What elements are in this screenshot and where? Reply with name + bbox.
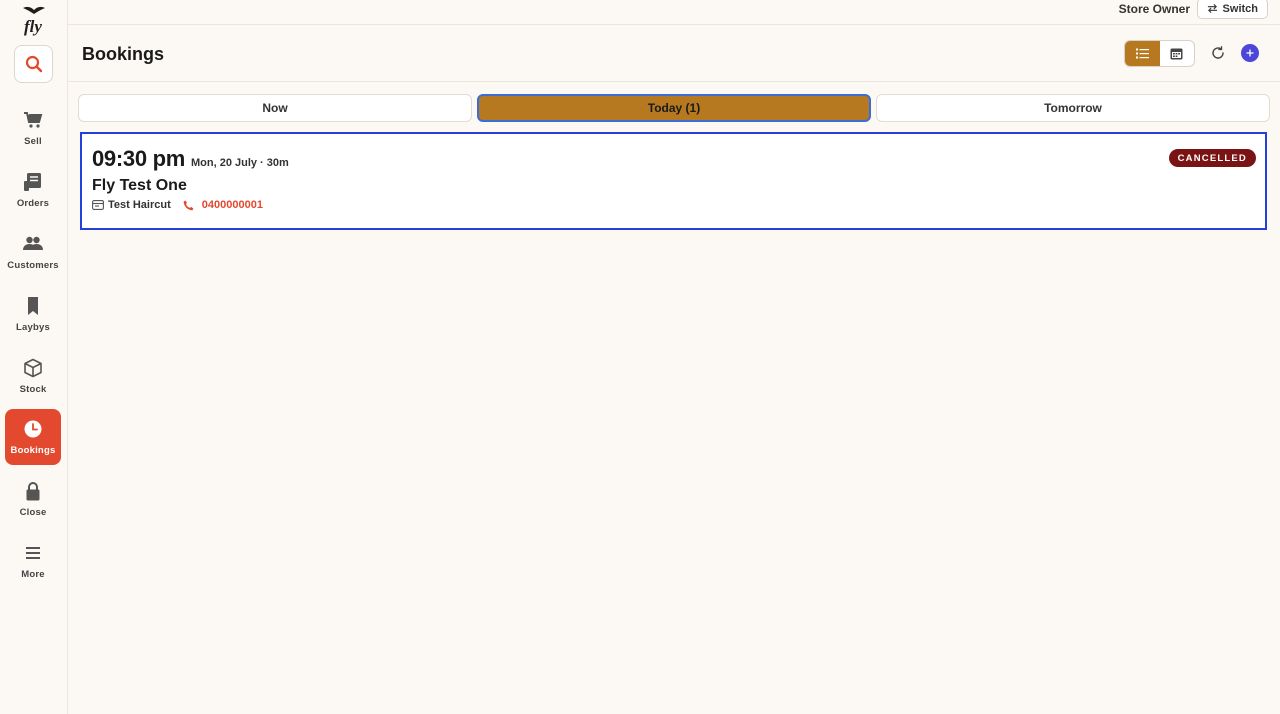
- tab-label: Now: [262, 101, 288, 115]
- sidebar-item-label: More: [21, 569, 45, 580]
- tab-today[interactable]: Today (1): [477, 94, 871, 122]
- view-toggle: [1124, 40, 1195, 67]
- switch-button[interactable]: Switch: [1196, 0, 1268, 19]
- phone-icon: [183, 200, 194, 211]
- cart-icon: [24, 112, 43, 128]
- lock-icon: [26, 482, 40, 501]
- sidebar-item-stock[interactable]: Stock: [5, 348, 61, 404]
- sidebar: fly Sell Orders Customers Laybys Stock B…: [0, 0, 68, 714]
- list-view-button[interactable]: [1125, 41, 1160, 66]
- booking-duration: · 30m: [260, 157, 289, 169]
- list-icon: [1135, 48, 1149, 59]
- fly-logo[interactable]: fly: [19, 4, 49, 36]
- booking-time: 09:30 pm: [92, 146, 185, 171]
- sidebar-item-laybys[interactable]: Laybys: [5, 286, 61, 342]
- sidebar-item-bookings[interactable]: Bookings: [5, 409, 61, 465]
- sidebar-item-label: Orders: [16, 198, 50, 209]
- sidebar-item-label: Customers: [7, 260, 59, 271]
- booking-date: Mon, 20 July: [191, 157, 258, 169]
- user-role: Store Owner: [1118, 2, 1190, 16]
- menu-icon: [26, 547, 40, 559]
- sidebar-item-label: Bookings: [10, 445, 56, 456]
- sidebar-item-customers[interactable]: Customers: [5, 224, 61, 280]
- top-bar: Store Owner Switch: [68, 0, 1280, 25]
- clock-icon: [24, 420, 42, 438]
- sidebar-item-label: Laybys: [16, 322, 50, 333]
- phone-number-link[interactable]: 0400000001: [202, 199, 263, 211]
- sidebar-item-label: Stock: [19, 384, 47, 395]
- switch-label: Switch: [1222, 2, 1258, 15]
- tab-label: Today (1): [647, 101, 701, 115]
- tab-label: Tomorrow: [1044, 101, 1102, 115]
- sidebar-item-label: Sell: [24, 136, 42, 147]
- customer-name: Fly Test One: [92, 177, 187, 194]
- box-icon: [24, 358, 42, 378]
- page-title: Bookings: [82, 44, 165, 64]
- booking-details: Test Haircut 0400000001: [92, 199, 263, 211]
- service-ticket-icon: [92, 200, 104, 210]
- search-icon: [25, 55, 42, 73]
- receipt-icon: [24, 173, 41, 191]
- calendar-view-button[interactable]: [1160, 41, 1195, 66]
- plus-icon: [1246, 49, 1254, 57]
- add-booking-button[interactable]: [1241, 44, 1259, 62]
- svg-text:fly: fly: [24, 17, 42, 36]
- service-name: Test Haircut: [108, 199, 171, 211]
- bookmark-icon: [28, 297, 38, 315]
- refresh-button[interactable]: [1209, 44, 1227, 62]
- sidebar-item-more[interactable]: More: [5, 533, 61, 589]
- swap-icon: [1207, 3, 1217, 14]
- sidebar-item-sell[interactable]: Sell: [5, 100, 61, 156]
- sidebar-item-label: Close: [19, 507, 47, 518]
- status-badge: CANCELLED: [1168, 149, 1256, 167]
- page-header: Bookings: [68, 25, 1280, 82]
- users-icon: [23, 236, 43, 250]
- tab-now[interactable]: Now: [78, 94, 472, 122]
- search-button[interactable]: [14, 45, 53, 83]
- refresh-icon: [1212, 46, 1224, 59]
- calendar-icon: [1170, 48, 1183, 60]
- booking-card[interactable]: 09:30 pm Mon, 20 July · 30m CANCELLED Fl…: [80, 132, 1267, 230]
- sidebar-item-orders[interactable]: Orders: [5, 162, 61, 218]
- tab-tomorrow[interactable]: Tomorrow: [876, 94, 1270, 122]
- sidebar-item-close[interactable]: Close: [5, 471, 61, 527]
